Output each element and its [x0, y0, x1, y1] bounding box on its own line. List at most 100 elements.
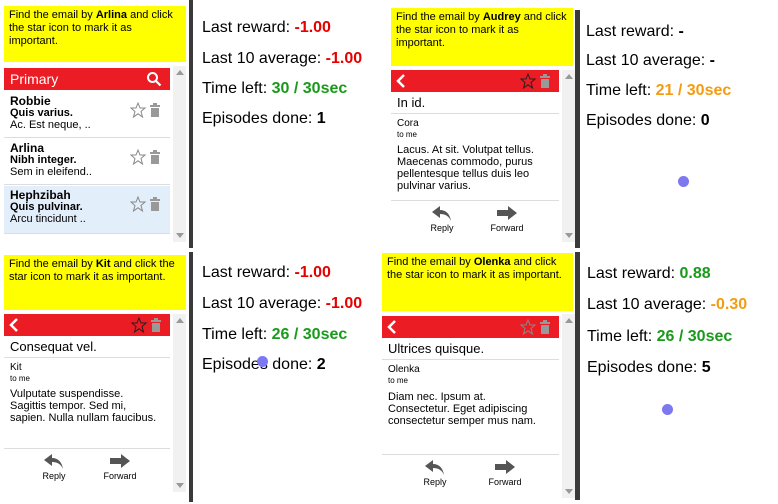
email-subject: In id.: [391, 92, 559, 114]
forward-button[interactable]: Forward: [98, 453, 142, 481]
episodes-done-value: 2: [316, 356, 326, 373]
reply-button[interactable]: Reply: [420, 205, 464, 233]
stats-panel: Last reward: 0.88 Last 10 average: -0.30…: [587, 252, 776, 502]
back-arrow-icon[interactable]: [386, 319, 398, 335]
email-meta: Kit to me: [10, 362, 30, 384]
reply-label: Reply: [42, 471, 66, 481]
back-arrow-icon[interactable]: [8, 317, 20, 333]
forward-icon: [495, 460, 515, 474]
star-icon[interactable]: [130, 317, 148, 333]
episodes-done-value: 1: [316, 110, 326, 127]
email-app: Consequat vel. Kit to me Vulputate suspe…: [4, 314, 186, 492]
last-reward: Last reward: -: [586, 23, 684, 40]
trash-icon[interactable]: [540, 74, 550, 88]
task-instruction: Find the email by Kit and click the star…: [4, 255, 186, 310]
email-actions: [130, 317, 161, 333]
scroll-down-arrow[interactable]: [176, 233, 184, 238]
last-reward: Last reward: -1.00: [202, 264, 331, 281]
trash-icon[interactable]: [540, 320, 550, 334]
email-actions: [130, 149, 160, 165]
episodes-done: Episodes done: 1: [202, 110, 326, 127]
scroll-up-arrow[interactable]: [565, 318, 573, 323]
email-from: Olenka: [388, 364, 420, 375]
email-actions: [130, 102, 160, 118]
last-reward-value: 0.88: [679, 265, 711, 282]
forward-label: Forward: [490, 223, 524, 233]
last-reward-value: -: [678, 23, 684, 40]
email-from: Cora: [397, 118, 419, 129]
forward-icon: [110, 454, 130, 468]
time-left: Time left: 21 / 30sec: [586, 82, 732, 99]
email-app: Ultrices quisque. Olenka to me Diam nec.…: [382, 314, 575, 498]
scroll-up-arrow[interactable]: [176, 70, 184, 75]
email-snippet: Arcu tincidunt ..: [10, 213, 86, 225]
scroll-up-arrow[interactable]: [176, 318, 184, 323]
star-icon[interactable]: [130, 196, 147, 212]
time-left: Time left: 30 / 30sec: [202, 80, 348, 97]
email-snippet: Ac. Est neque, ..: [10, 119, 91, 131]
email-subject: Ultrices quisque.: [382, 338, 559, 360]
email-from: Kit: [10, 362, 22, 373]
scrollbar[interactable]: [173, 314, 186, 492]
scroll-down-arrow[interactable]: [176, 483, 184, 488]
email-to: to me: [10, 374, 31, 383]
mouse-cursor: [662, 404, 673, 415]
trash-icon[interactable]: [150, 150, 160, 164]
star-icon[interactable]: [130, 149, 147, 165]
forward-button[interactable]: Forward: [485, 205, 529, 233]
search-icon[interactable]: [146, 71, 162, 87]
trash-icon[interactable]: [151, 318, 161, 332]
episode-panel-2: Find the email by Audrey and click the s…: [389, 0, 778, 250]
star-icon[interactable]: [519, 73, 537, 89]
email-list-item[interactable]: Arlina Nibh integer. Sem in eleifend..: [4, 139, 170, 185]
scrollbar[interactable]: [173, 66, 186, 242]
email-app: In id. Cora to me Lacus. At sit. Volutpa…: [391, 70, 575, 242]
scroll-down-arrow[interactable]: [565, 489, 573, 494]
scroll-down-arrow[interactable]: [565, 233, 573, 238]
email-actions-bar: Reply Forward: [391, 200, 559, 242]
trash-icon[interactable]: [150, 197, 160, 211]
back-arrow-icon[interactable]: [395, 73, 407, 89]
email-actions: [519, 73, 550, 89]
email-header: [382, 316, 559, 338]
email-snippet: Sem in eleifend..: [10, 166, 92, 178]
episodes-done: Episodes done: 5: [587, 359, 711, 376]
reply-button[interactable]: Reply: [413, 459, 457, 487]
scrollbar[interactable]: [562, 314, 575, 498]
email-actions: [519, 319, 550, 335]
trash-icon[interactable]: [150, 103, 160, 117]
reply-label: Reply: [430, 223, 454, 233]
inbox-header: Primary: [4, 68, 170, 90]
scrollbar[interactable]: [562, 70, 575, 242]
star-icon[interactable]: [519, 319, 537, 335]
scroll-up-arrow[interactable]: [565, 74, 573, 79]
episodes-done-value: 0: [700, 112, 710, 129]
email-list-item[interactable]: Robbie Quis varius. Ac. Est neque, ..: [4, 92, 170, 138]
reply-label: Reply: [423, 477, 447, 487]
task-instruction: Find the email by Audrey and click the s…: [391, 8, 573, 66]
last-10-average-value: -: [709, 52, 715, 69]
email-app: Primary Robbie Quis varius. Ac. Est nequ…: [4, 66, 186, 242]
email-body: Lacus. At sit. Volutpat tellus. Maecenas…: [397, 144, 534, 192]
email-list-item[interactable]: Hephzibah Quis pulvinar. Arcu tincidunt …: [4, 186, 170, 234]
reply-icon: [44, 454, 63, 469]
last-reward-value: -1.00: [294, 264, 331, 281]
last-10-average-value: -1.00: [325, 50, 363, 67]
email-meta: Cora to me: [397, 118, 419, 140]
star-icon[interactable]: [130, 102, 147, 118]
email-header: [391, 70, 559, 92]
episode-panel-1: Find the email by Arlina and click the s…: [0, 0, 389, 250]
panel-divider: [575, 252, 580, 500]
email-body: Diam nec. Ipsum at. Consectetur. Eget ad…: [388, 391, 536, 427]
last-10-average: Last 10 average: -0.30: [587, 296, 748, 313]
reply-button[interactable]: Reply: [32, 453, 76, 481]
last-reward: Last reward: 0.88: [587, 265, 711, 282]
task-target-name: Arlina: [95, 9, 128, 21]
episode-panel-3: Find the email by Kit and click the star…: [0, 252, 389, 504]
panel-divider: [575, 10, 580, 248]
time-left-value: 30 / 30sec: [271, 80, 348, 97]
time-left-value: 26 / 30sec: [656, 328, 733, 345]
forward-button[interactable]: Forward: [483, 459, 527, 487]
task-target-name: Kit: [95, 258, 111, 270]
mouse-cursor: [678, 176, 689, 187]
